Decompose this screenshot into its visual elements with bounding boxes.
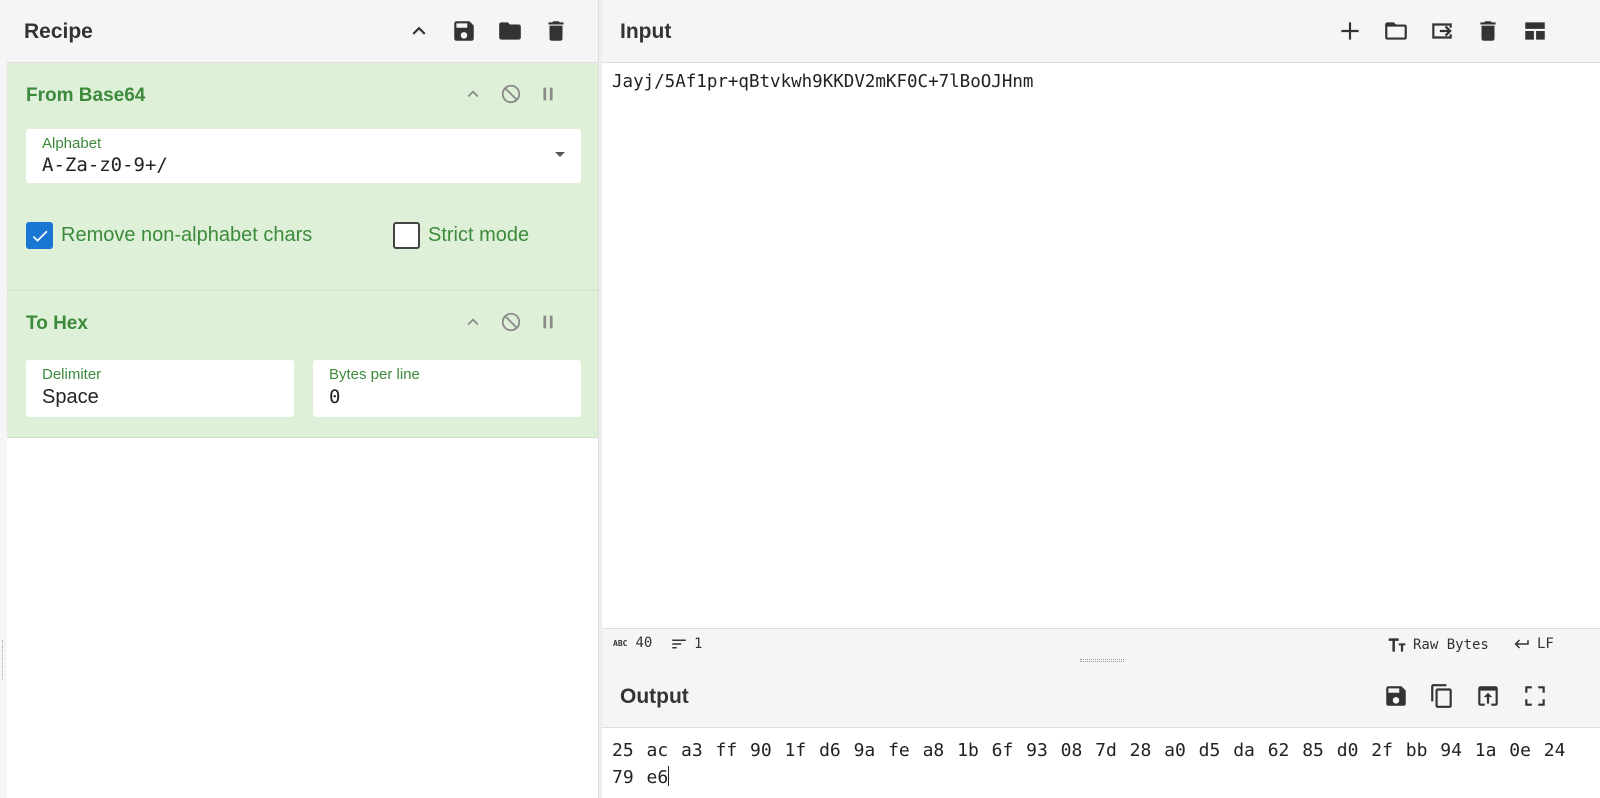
alphabet-label: Alphabet: [42, 135, 102, 152]
cyberchef-app: Recipe From Base64 Alphabet A-Za-z0-9+/ …: [0, 0, 1600, 798]
output-pane: Output 25 ac a3 ff 90 1f d6 9a fe a8 1b …: [602, 665, 1600, 798]
input-text-area[interactable]: Jayj/5Af1pr+qBtvkwh9KKDV2mKF0C+7lBoOJHnm: [612, 72, 1033, 92]
delimiter-value: Space: [42, 386, 99, 408]
output-title: Output: [620, 685, 689, 708]
pause-icon[interactable]: [537, 311, 559, 333]
abc-icon: ABC: [613, 638, 628, 648]
lines-icon: [672, 639, 686, 649]
save-output-icon[interactable]: [1382, 682, 1410, 710]
alphabet-select[interactable]: Alphabet A-Za-z0-9+/: [26, 129, 581, 183]
input-status-bar: ABC 40 1 Raw Bytes LF: [602, 628, 1600, 657]
reset-layout-icon[interactable]: [1521, 17, 1549, 45]
recipe-title: Recipe: [24, 20, 93, 43]
io-resize-divider[interactable]: [602, 657, 1600, 665]
text-caret: [668, 766, 670, 786]
open-folder-import-icon[interactable]: [1428, 17, 1456, 45]
output-line-1: 25 ac a3 ff 90 1f d6 9a fe a8 1b 6f 93 0…: [612, 740, 1566, 761]
copy-output-icon[interactable]: [1428, 682, 1456, 710]
checkbox-checked-icon[interactable]: [26, 222, 53, 249]
clear-recipe-trash-icon[interactable]: [542, 17, 570, 45]
checkbox-unchecked-icon[interactable]: [393, 222, 420, 249]
text-format-icon: [1388, 638, 1406, 652]
chevron-up-icon[interactable]: [462, 83, 484, 105]
dropdown-caret-icon: [555, 152, 565, 157]
operation-title: To Hex: [26, 313, 88, 334]
chevron-up-icon[interactable]: [405, 17, 433, 45]
chevron-up-icon[interactable]: [462, 311, 484, 333]
input-header: Input: [602, 0, 1600, 63]
disable-icon[interactable]: [500, 83, 522, 105]
save-recipe-icon[interactable]: [450, 17, 478, 45]
add-tab-plus-icon[interactable]: [1336, 17, 1364, 45]
bytes-per-line-label: Bytes per line: [329, 366, 420, 383]
grip-handle[interactable]: [1080, 659, 1124, 662]
operation-title: From Base64: [26, 85, 146, 106]
open-file-folder-icon[interactable]: [1382, 17, 1410, 45]
remove-non-alphabet-label: Remove non-alphabet chars: [61, 224, 313, 246]
output-line-2: 79 e6: [612, 764, 1572, 791]
resize-handle[interactable]: [2, 640, 5, 680]
output-header: Output: [602, 665, 1600, 728]
line-count: 1: [670, 635, 702, 653]
encoding-value: Raw Bytes: [1413, 637, 1489, 653]
left-gutter: [0, 0, 7, 798]
pause-icon[interactable]: [537, 83, 559, 105]
delimiter-label: Delimiter: [42, 366, 102, 383]
recipe-header: Recipe: [7, 0, 598, 63]
load-recipe-folder-icon[interactable]: [496, 17, 524, 45]
recipe-pane: Recipe From Base64 Alphabet A-Za-z0-9+/ …: [7, 0, 599, 798]
disable-icon[interactable]: [500, 311, 522, 333]
replace-input-icon[interactable]: [1474, 682, 1502, 710]
input-title: Input: [620, 20, 672, 43]
clear-input-trash-icon[interactable]: [1474, 17, 1502, 45]
alphabet-value: A-Za-z0-9+/: [42, 154, 168, 176]
eol-selector[interactable]: LF: [1513, 635, 1554, 653]
return-arrow-icon: [1514, 639, 1529, 649]
strict-mode-label: Strict mode: [428, 224, 530, 246]
output-text-area[interactable]: 25 ac a3 ff 90 1f d6 9a fe a8 1b 6f 93 0…: [612, 737, 1572, 791]
bytes-per-line-field[interactable]: Bytes per line 0: [313, 360, 581, 417]
operation-from-base64: From Base64 Alphabet A-Za-z0-9+/ Remove …: [7, 63, 598, 291]
remove-non-alphabet-checkbox[interactable]: Remove non-alphabet chars: [26, 222, 312, 249]
line-count-value: 1: [694, 636, 703, 652]
input-pane: Input Jayj/5Af1pr+qBtvkwh9KKDV2mKF0C+7lB…: [602, 0, 1600, 628]
char-count-value: 40: [635, 635, 653, 651]
bytes-per-line-value: 0: [329, 386, 341, 408]
char-count: ABC 40: [613, 635, 652, 651]
maximize-output-icon[interactable]: [1521, 682, 1549, 710]
output-line-2-text: 79 e6: [612, 767, 669, 788]
operation-to-hex: To Hex Delimiter Space Bytes per line 0: [7, 291, 598, 438]
eol-value: LF: [1537, 636, 1554, 652]
strict-mode-checkbox[interactable]: Strict mode: [393, 222, 529, 249]
encoding-selector[interactable]: Raw Bytes: [1387, 635, 1489, 655]
delimiter-field[interactable]: Delimiter Space: [26, 360, 294, 417]
